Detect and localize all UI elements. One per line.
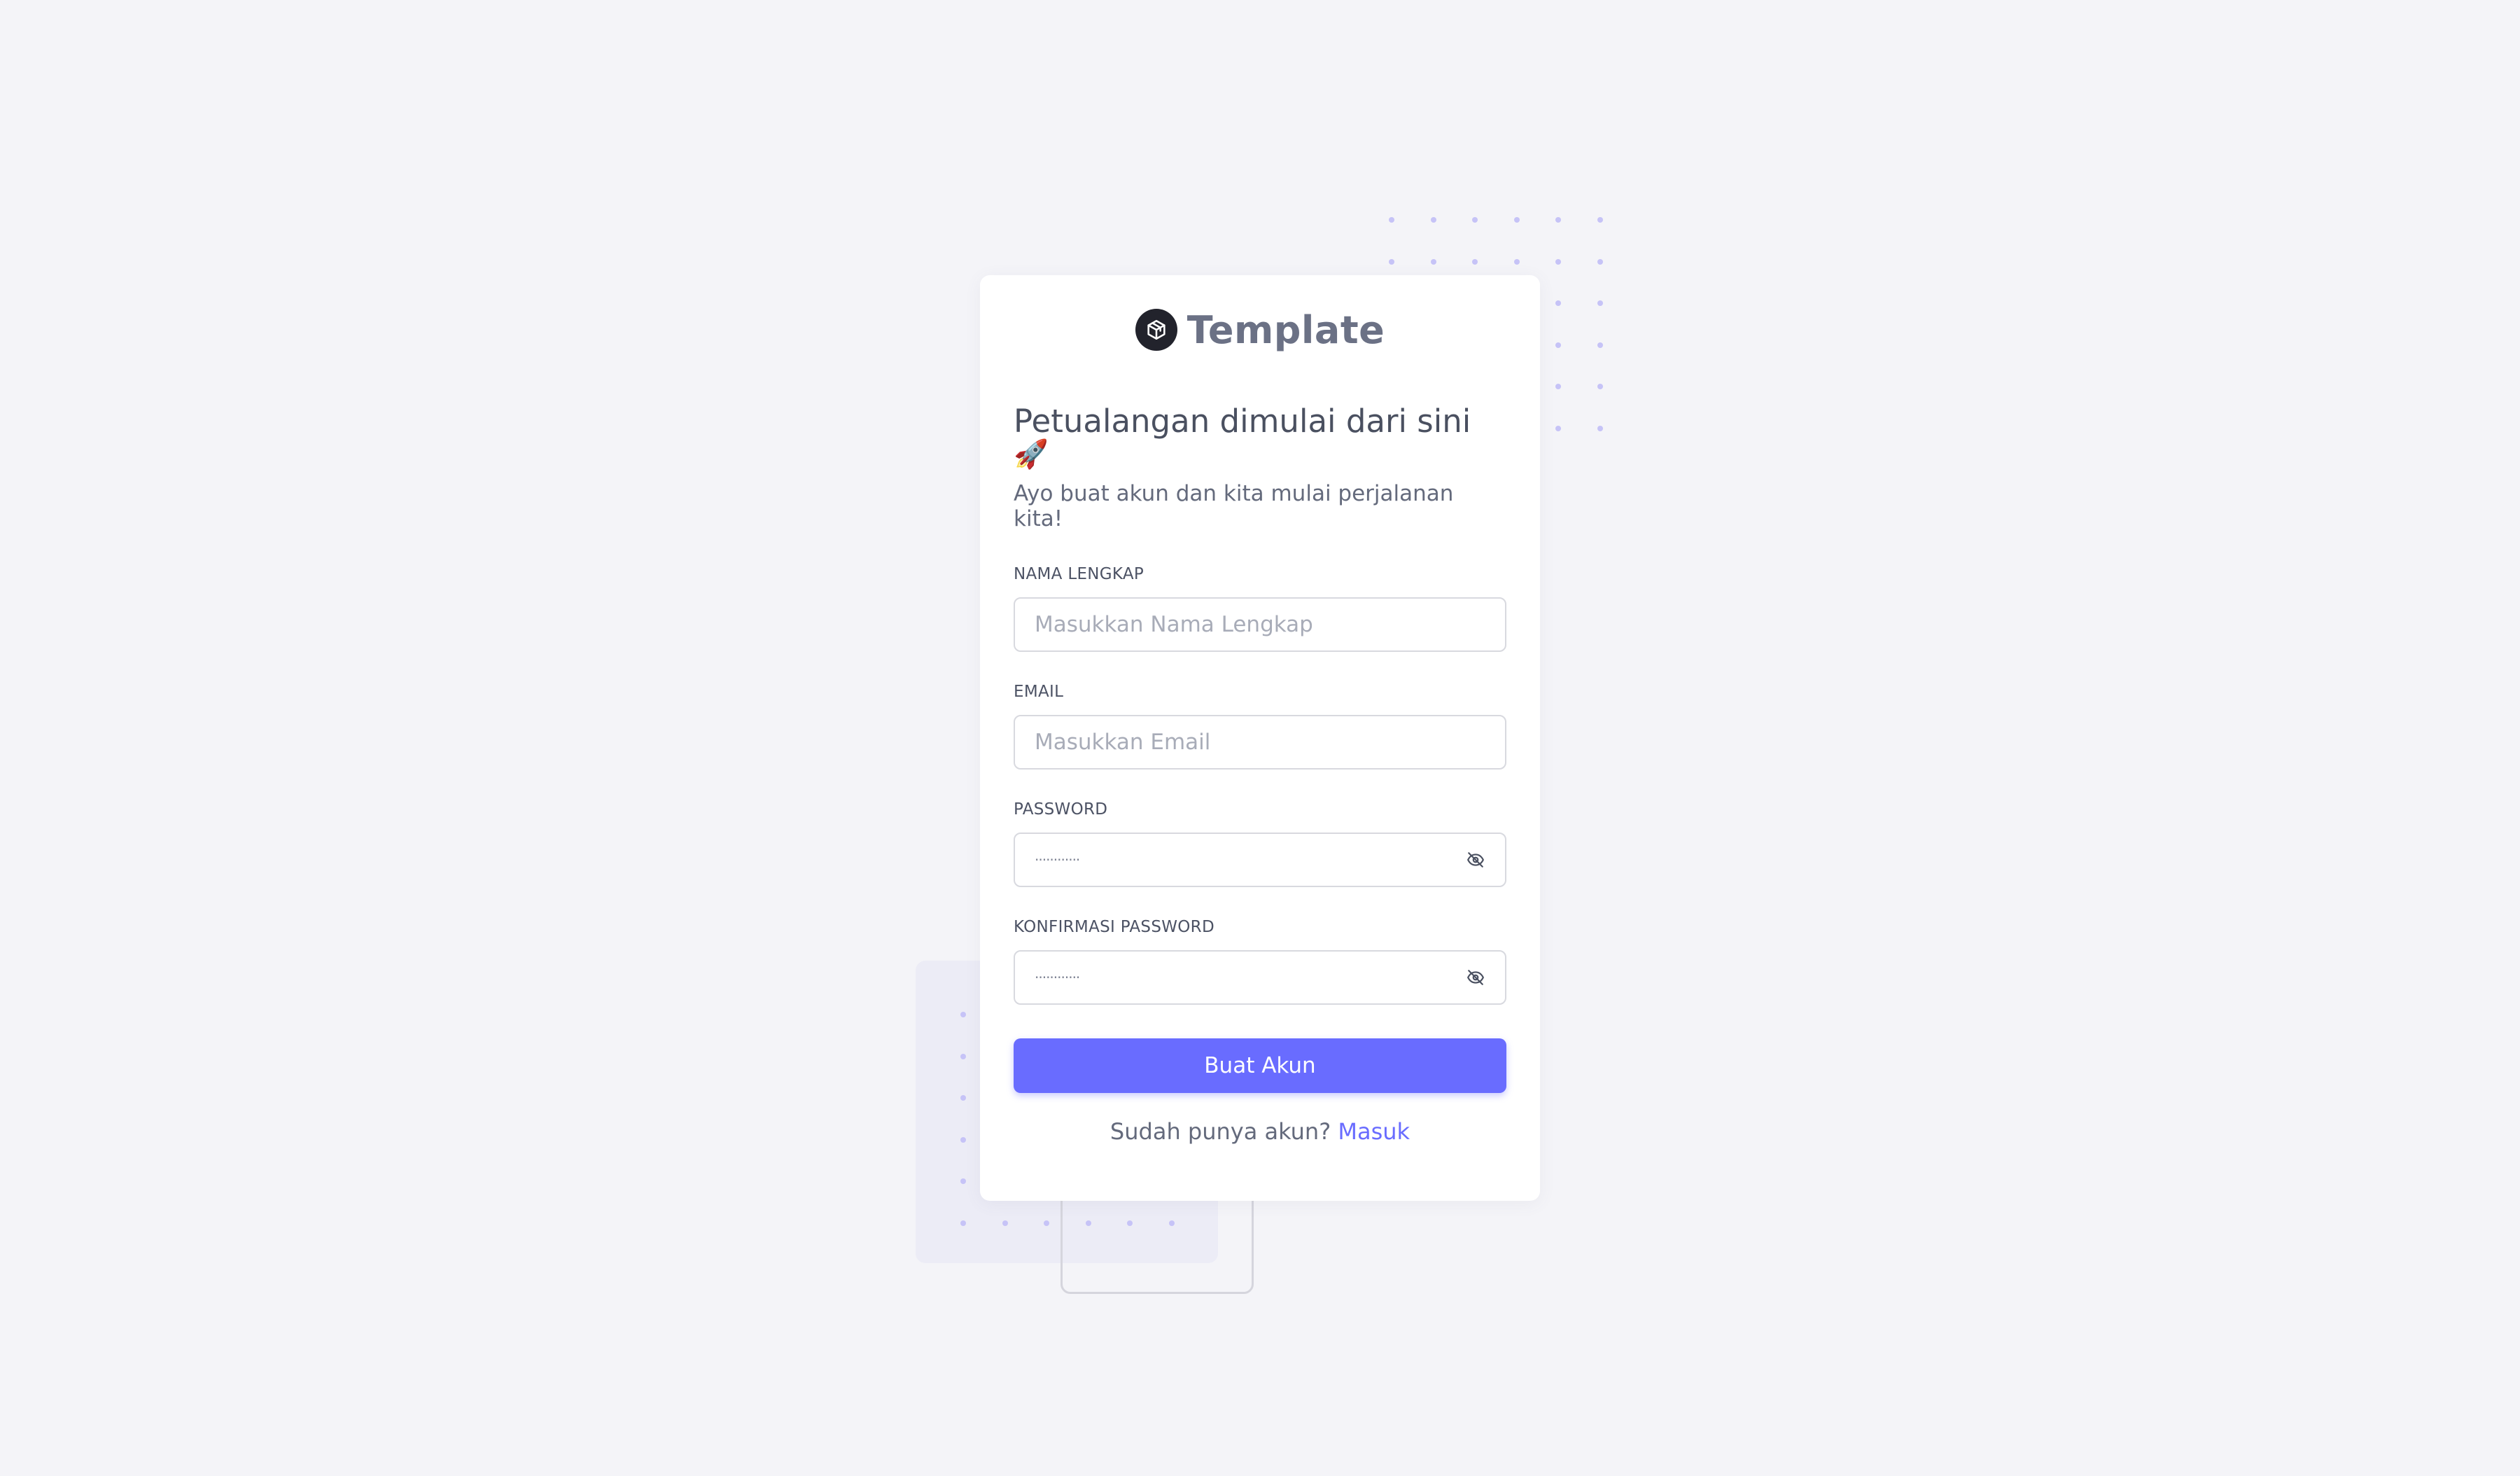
password-field[interactable]: ············ xyxy=(1014,833,1506,887)
password-group: PASSWORD ············ xyxy=(1014,800,1506,887)
page-title: Petualangan dimulai dari sini 🚀 xyxy=(1014,403,1506,471)
confirm-password-label: KONFIRMASI PASSWORD xyxy=(1014,918,1214,936)
full-name-group: NAMA LENGKAP xyxy=(1014,565,1506,652)
full-name-field[interactable] xyxy=(1015,599,1505,650)
rocket-emoji: 🚀 xyxy=(1014,438,1049,471)
email-field-box xyxy=(1014,715,1506,770)
box-icon xyxy=(1135,309,1177,351)
login-prompt-text: Sudah punya akun? xyxy=(1110,1118,1331,1145)
login-prompt: Sudah punya akun? Masuk xyxy=(1014,1118,1506,1145)
email-field[interactable] xyxy=(1015,716,1505,768)
register-card: Template Petualangan dimulai dari sini 🚀… xyxy=(980,275,1540,1201)
confirm-password-field[interactable]: ············ xyxy=(1014,950,1506,1005)
page-subtitle: Ayo buat akun dan kita mulai perjalanan … xyxy=(1014,481,1454,531)
login-link[interactable]: Masuk xyxy=(1338,1118,1410,1145)
full-name-field-box xyxy=(1014,597,1506,652)
eye-off-icon[interactable] xyxy=(1464,966,1487,989)
confirm-password-group: KONFIRMASI PASSWORD ············ xyxy=(1014,918,1506,1005)
brand: Template xyxy=(1014,307,1506,352)
create-account-button[interactable]: Buat Akun xyxy=(1014,1038,1506,1093)
email-group: EMAIL xyxy=(1014,683,1506,770)
password-masked-value: ············ xyxy=(1035,851,1080,868)
brand-name: Template xyxy=(1186,307,1385,352)
confirm-password-masked-value: ············ xyxy=(1035,969,1080,986)
page-title-text: Petualangan dimulai dari sini xyxy=(1014,403,1471,440)
full-name-label: NAMA LENGKAP xyxy=(1014,565,1144,583)
password-label: PASSWORD xyxy=(1014,800,1108,819)
email-label: EMAIL xyxy=(1014,683,1064,701)
eye-off-icon[interactable] xyxy=(1464,849,1487,871)
